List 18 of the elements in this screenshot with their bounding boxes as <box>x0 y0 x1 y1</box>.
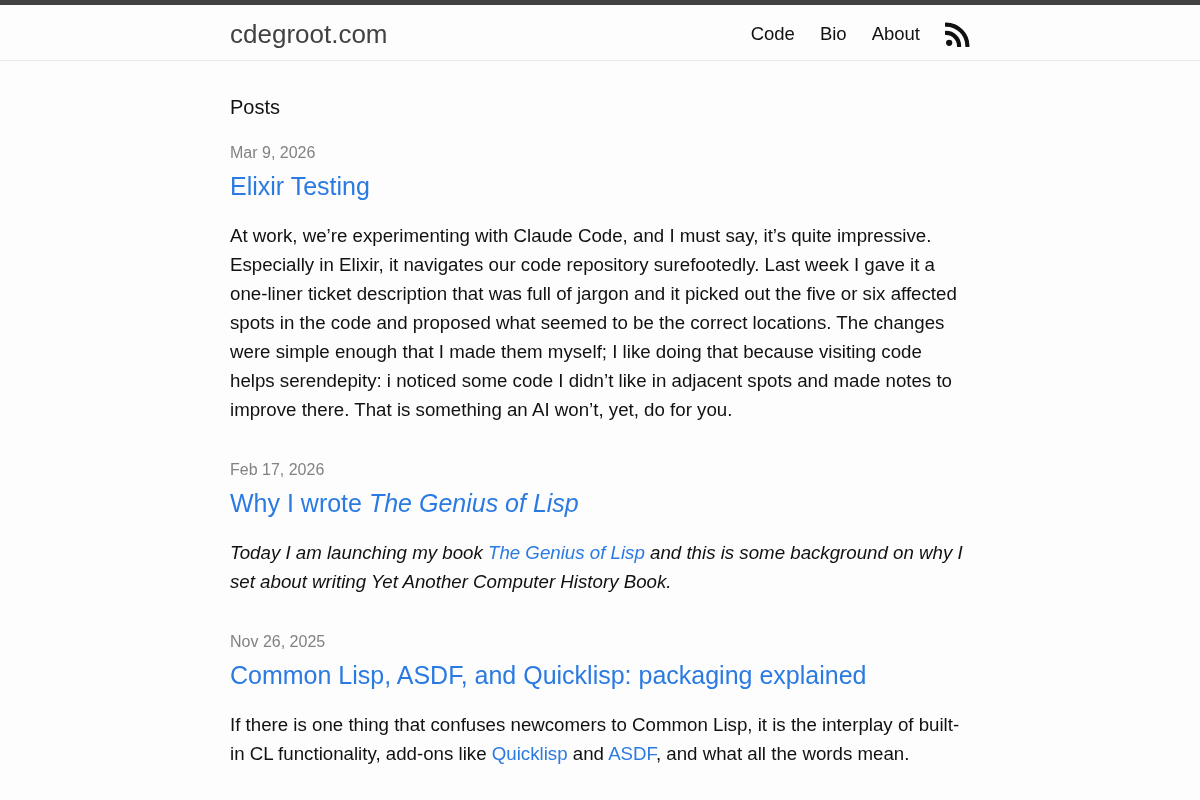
nav-link[interactable]: Bio <box>819 20 847 48</box>
nav-link[interactable]: Code <box>750 20 795 48</box>
rss-feed-icon[interactable] <box>945 21 970 47</box>
inline-link[interactable]: ASDF <box>608 743 656 764</box>
post-excerpt: Today I am launching my book The Genius of Lisp and this is some background on why I set about writing Yet Another Computer History Book. <box>230 541 964 594</box>
post-title-link[interactable]: Common Lisp, ASDF, and Quicklisp: packaging explained <box>230 661 867 689</box>
page-heading: Posts <box>230 95 282 120</box>
nav-link[interactable]: About <box>871 20 920 48</box>
inline-link[interactable]: Quicklisp <box>491 743 568 764</box>
inline-link[interactable]: The Genius of Lisp <box>487 542 645 563</box>
post-excerpt: At work, we’re experimenting with Claude Code, and I must say, it’s quite impressive. Especially in Elixir, it navigates our code repository surefootedly. Last week I gave it a one-liner ticket description that was full of jargon and it picked out the five or six affected spots in the code and proposed what seemed to be the correct locations. The changes were simple enough that I made them myself; I like doing that because visiting code helps serendepity: i noticed some code I didn’t like in adjacent spots and made notes to improve there. That is something an AI won’t, yet, do for you. <box>230 224 958 422</box>
site-title[interactable]: cdegroot.com <box>230 21 388 47</box>
post-title-link[interactable]: Elixir Testing <box>230 172 370 200</box>
post-title-link[interactable]: Why I wrote The Genius of Lisp <box>230 489 579 517</box>
post-date: Nov 26, 2025 <box>230 632 327 652</box>
post-excerpt: If there is one thing that confuses newcomers to Common Lisp, it is the interplay of built-in CL functionality, add-ons like Quicklisp and ASDF, and what all the words mean. <box>230 713 961 766</box>
post-date: Mar 9, 2026 <box>230 143 317 163</box>
post-date: Feb 17, 2026 <box>230 460 326 480</box>
